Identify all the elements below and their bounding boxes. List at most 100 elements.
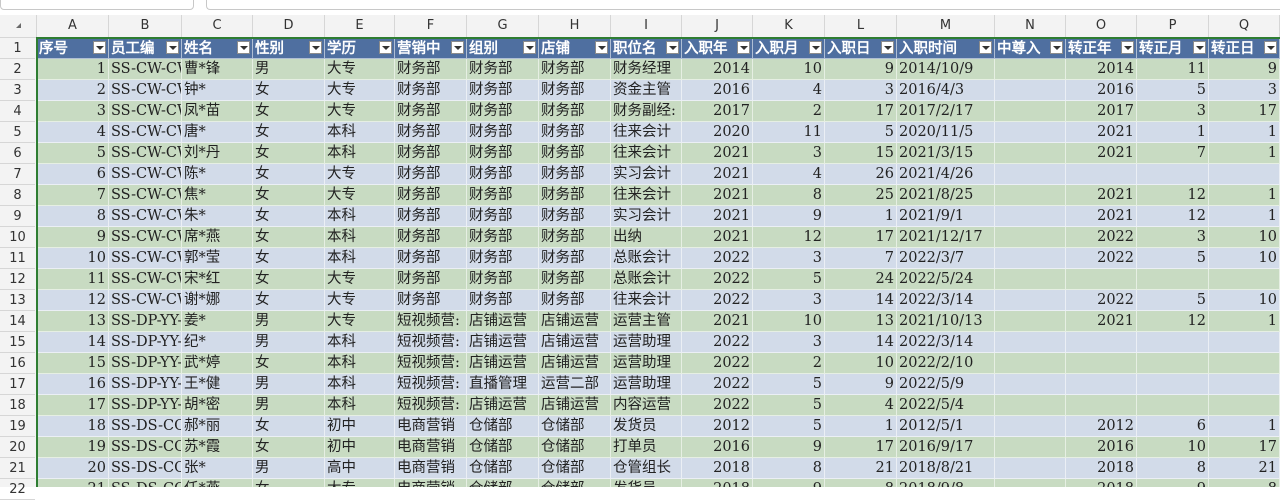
cell-h6[interactable]: 财务部 — [539, 143, 611, 164]
cell-g15[interactable]: 店铺运营 — [467, 332, 539, 353]
cell-g9[interactable]: 财务部 — [467, 206, 539, 227]
cell-h9[interactable]: 财务部 — [539, 206, 611, 227]
cell-p20[interactable]: 10 — [1137, 437, 1209, 458]
cell-q20[interactable]: 17 — [1209, 437, 1280, 458]
row-header-2[interactable]: 2 — [0, 59, 35, 80]
cell-b7[interactable]: SS-CW-CW- — [109, 164, 182, 185]
cell-o12[interactable] — [1066, 269, 1137, 290]
cell-m22[interactable]: 2018/9/8 — [897, 479, 995, 487]
cell-n2[interactable] — [995, 59, 1066, 80]
cell-b18[interactable]: SS-DP-YY- — [109, 395, 182, 416]
cell-d4[interactable]: 女 — [253, 101, 325, 122]
filter-dropdown-icon[interactable] — [737, 41, 750, 54]
cell-p21[interactable]: 8 — [1137, 458, 1209, 479]
filter-dropdown-icon[interactable] — [979, 41, 992, 54]
cell-q8[interactable]: 1 — [1209, 185, 1280, 206]
cell-k13[interactable]: 3 — [753, 290, 825, 311]
cell-q11[interactable]: 10 — [1209, 248, 1280, 269]
column-header-p[interactable]: P — [1137, 15, 1209, 37]
cell-q4[interactable]: 17 — [1209, 101, 1280, 122]
cell-o11[interactable]: 2022 — [1066, 248, 1137, 269]
cell-i22[interactable]: 发货员 — [611, 479, 682, 487]
cell-g10[interactable]: 财务部 — [467, 227, 539, 248]
cell-m19[interactable]: 2012/5/1 — [897, 416, 995, 437]
header-cell-k[interactable]: 入职月 — [753, 38, 825, 59]
row-header-20[interactable]: 20 — [0, 437, 35, 458]
cell-c16[interactable]: 武*婷 — [182, 353, 253, 374]
cell-h17[interactable]: 运营二部 — [539, 374, 611, 395]
cell-c2[interactable]: 曹*锋 — [182, 59, 253, 80]
cell-m13[interactable]: 2022/3/14 — [897, 290, 995, 311]
cell-l14[interactable]: 13 — [825, 311, 897, 332]
cell-h2[interactable]: 财务部 — [539, 59, 611, 80]
row-header-4[interactable]: 4 — [0, 101, 35, 122]
cell-p15[interactable] — [1137, 332, 1209, 353]
cell-q7[interactable] — [1209, 164, 1280, 185]
cell-n21[interactable] — [995, 458, 1066, 479]
cell-o9[interactable]: 2021 — [1066, 206, 1137, 227]
cell-i20[interactable]: 打单员 — [611, 437, 682, 458]
cell-i3[interactable]: 资金主管 — [611, 80, 682, 101]
cell-e17[interactable]: 本科 — [325, 374, 395, 395]
cell-e8[interactable]: 大专 — [325, 185, 395, 206]
cell-h21[interactable]: 仓储部 — [539, 458, 611, 479]
row-header-12[interactable]: 12 — [0, 269, 35, 290]
header-cell-h[interactable]: 店铺 — [539, 38, 611, 59]
cell-l9[interactable]: 1 — [825, 206, 897, 227]
cell-k20[interactable]: 9 — [753, 437, 825, 458]
column-header-k[interactable]: K — [753, 15, 825, 37]
cell-a17[interactable]: 16 — [37, 374, 109, 395]
cell-b19[interactable]: SS-DS-CC- — [109, 416, 182, 437]
cell-e6[interactable]: 本科 — [325, 143, 395, 164]
cell-n22[interactable] — [995, 479, 1066, 487]
cell-p13[interactable]: 5 — [1137, 290, 1209, 311]
cell-e20[interactable]: 初中 — [325, 437, 395, 458]
cell-c4[interactable]: 凤*苗 — [182, 101, 253, 122]
filter-dropdown-icon[interactable] — [666, 41, 679, 54]
cell-j22[interactable]: 2018 — [682, 479, 753, 487]
cell-a8[interactable]: 7 — [37, 185, 109, 206]
cell-m4[interactable]: 2017/2/17 — [897, 101, 995, 122]
cell-c14[interactable]: 姜* — [182, 311, 253, 332]
cell-j7[interactable]: 2021 — [682, 164, 753, 185]
cell-n12[interactable] — [995, 269, 1066, 290]
cell-g2[interactable]: 财务部 — [467, 59, 539, 80]
cell-m15[interactable]: 2022/3/14 — [897, 332, 995, 353]
cell-j19[interactable]: 2012 — [682, 416, 753, 437]
cell-b17[interactable]: SS-DP-YY- — [109, 374, 182, 395]
cell-g14[interactable]: 店铺运营 — [467, 311, 539, 332]
cell-n6[interactable] — [995, 143, 1066, 164]
cell-j8[interactable]: 2021 — [682, 185, 753, 206]
cell-m7[interactable]: 2021/4/26 — [897, 164, 995, 185]
cell-f10[interactable]: 财务部 — [395, 227, 467, 248]
cell-i11[interactable]: 总账会计 — [611, 248, 682, 269]
cell-k18[interactable]: 5 — [753, 395, 825, 416]
cell-c12[interactable]: 宋*红 — [182, 269, 253, 290]
cell-o18[interactable] — [1066, 395, 1137, 416]
cell-d10[interactable]: 女 — [253, 227, 325, 248]
cell-q13[interactable]: 10 — [1209, 290, 1280, 311]
cell-h3[interactable]: 财务部 — [539, 80, 611, 101]
cell-m14[interactable]: 2021/10/13 — [897, 311, 995, 332]
cell-b13[interactable]: SS-CW-CW- — [109, 290, 182, 311]
cell-k5[interactable]: 11 — [753, 122, 825, 143]
cell-i17[interactable]: 运营助理 — [611, 374, 682, 395]
cell-m12[interactable]: 2022/5/24 — [897, 269, 995, 290]
cell-o3[interactable]: 2016 — [1066, 80, 1137, 101]
cell-f21[interactable]: 电商营销 — [395, 458, 467, 479]
cell-l3[interactable]: 3 — [825, 80, 897, 101]
cell-b20[interactable]: SS-DS-CC- — [109, 437, 182, 458]
row-header-8[interactable]: 8 — [0, 185, 35, 206]
cell-o22[interactable]: 2018 — [1066, 479, 1137, 487]
cell-q14[interactable]: 1 — [1209, 311, 1280, 332]
cell-i18[interactable]: 内容运营 — [611, 395, 682, 416]
filter-dropdown-icon[interactable] — [1050, 41, 1063, 54]
header-cell-c[interactable]: 姓名 — [182, 38, 253, 59]
cell-e3[interactable]: 大专 — [325, 80, 395, 101]
row-header-13[interactable]: 13 — [0, 290, 35, 311]
cell-h22[interactable]: 仓储部 — [539, 479, 611, 487]
cell-d8[interactable]: 女 — [253, 185, 325, 206]
cell-q5[interactable]: 1 — [1209, 122, 1280, 143]
row-header-11[interactable]: 11 — [0, 248, 35, 269]
cell-q15[interactable] — [1209, 332, 1280, 353]
